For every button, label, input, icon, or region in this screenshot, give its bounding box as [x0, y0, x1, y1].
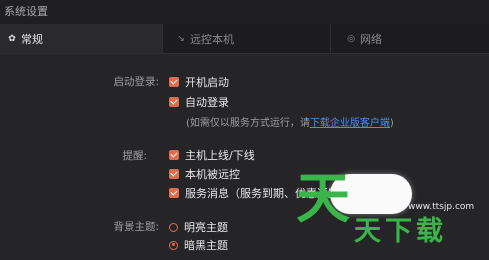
radio-dark-theme[interactable]: 暗黑主题	[169, 237, 228, 253]
checkbox-host-online-offline[interactable]: 主机上线/下线	[169, 147, 255, 163]
title-bar: 系统设置	[0, 0, 489, 24]
startup-label: 启动登录:	[113, 76, 159, 88]
option-label: 本机被远控	[185, 168, 240, 181]
checkbox-remote-controlled[interactable]: 本机被远控	[169, 166, 240, 182]
option-label: 主机上线/下线	[185, 149, 255, 162]
option-label: 自动登录	[185, 96, 229, 109]
radio-checked-icon[interactable]	[169, 240, 178, 250]
tab-bar: ✿ 常规 ↘ 远控本机 ◎ 网络	[0, 24, 489, 54]
checkbox-checked-icon[interactable]	[169, 97, 179, 107]
tab-label: 常规	[21, 32, 43, 46]
gear-icon: ✿	[8, 33, 16, 44]
checkbox-checked-icon[interactable]	[169, 150, 179, 160]
tab-label: 远控本机	[190, 32, 234, 46]
note-text-end: )	[389, 118, 394, 129]
option-label: 暗黑主题	[184, 239, 228, 252]
checkbox-auto-login[interactable]: 自动登录	[169, 94, 229, 110]
tab-general[interactable]: ✿ 常规	[0, 24, 162, 53]
tab-network[interactable]: ◎ 网络	[331, 24, 489, 53]
checkbox-checked-icon[interactable]	[169, 169, 179, 179]
option-label: 明亮主题	[184, 221, 228, 234]
reminder-label: 提醒:	[122, 150, 147, 162]
radio-light-theme[interactable]: 明亮主题	[169, 219, 228, 235]
note-text: (如需仅以服务方式运行，请	[186, 118, 310, 129]
checkbox-service-messages[interactable]: 服务消息（服务到期、优惠通知）	[169, 185, 350, 201]
general-settings-panel: 启动登录: 开机启动 自动登录 (如需仅以服务方式运行，请下载企业版客户端) 提…	[0, 54, 489, 260]
checkbox-checked-icon[interactable]	[169, 77, 179, 87]
tab-remote-this-machine[interactable]: ↘ 远控本机	[163, 24, 330, 53]
remote-icon: ↘	[177, 33, 185, 44]
settings-window: 系统设置 ✿ 常规 ↘ 远控本机 ◎ 网络 启动登录: 开机启动 自动登录 (如…	[0, 0, 489, 260]
checkbox-startup-on-boot[interactable]: 开机启动	[169, 74, 229, 90]
download-enterprise-link[interactable]: 下载企业版客户端	[310, 118, 390, 129]
checkbox-checked-icon[interactable]	[169, 188, 179, 198]
option-label: 开机启动	[185, 76, 229, 89]
option-label: 服务消息（服务到期、优惠通知）	[185, 187, 350, 200]
radio-unchecked-icon[interactable]	[169, 222, 178, 232]
window-title: 系统设置	[4, 5, 48, 18]
tab-label: 网络	[360, 32, 382, 46]
network-icon: ◎	[347, 33, 355, 44]
startup-note: (如需仅以服务方式运行，请下载企业版客户端)	[186, 114, 394, 129]
theme-label: 背景主题:	[113, 221, 159, 233]
